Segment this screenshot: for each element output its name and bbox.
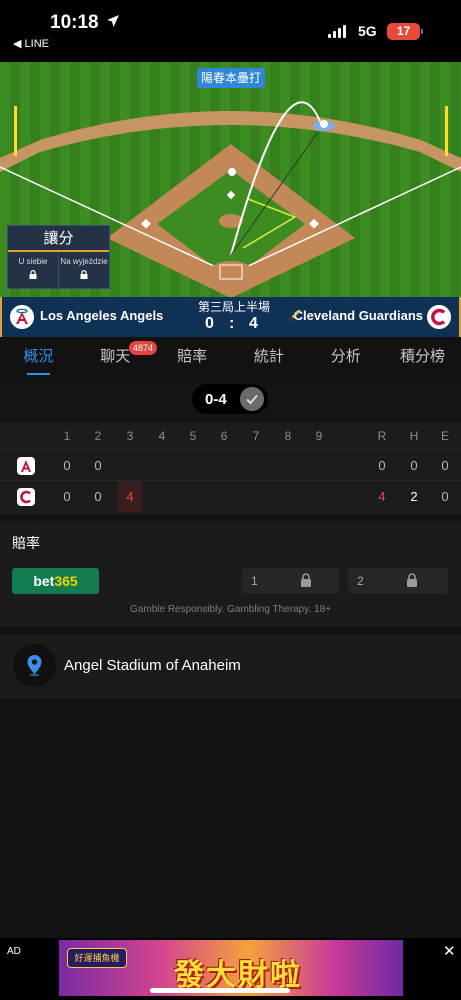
odds-section: 賠率 bet365 1 2 Gamble Responsibly. Gambli… — [0, 521, 461, 626]
map-pin-icon — [13, 644, 56, 687]
inning-score: 0 — [63, 489, 71, 504]
inning-header-current: 3 — [126, 429, 134, 443]
away-score: 4 — [249, 315, 258, 332]
check-icon — [240, 387, 264, 411]
score-summary-text: 0-4 — [205, 391, 227, 408]
handicap-title: 讓分 — [8, 226, 109, 252]
tab-analysis[interactable]: 分析 — [307, 337, 384, 377]
linescore-table: 1 2 3 4 5 6 7 8 9 R H E 0 0 0 0 0 0 0 4 … — [0, 422, 461, 514]
battery-icon: 17 — [387, 23, 420, 40]
handicap-home-option[interactable]: U siebie — [8, 252, 58, 288]
score-summary-pill[interactable]: 0-4 — [192, 384, 268, 414]
batting-bat-icon — [288, 309, 301, 322]
ad-bar: AD 好運捕魚機 發大財啦 ✕ — [0, 938, 461, 1000]
handicap-away-label: Na wyjeździe — [60, 257, 108, 266]
hits-header: H — [409, 429, 419, 443]
battery-tip — [421, 29, 423, 34]
network-type: 5G — [358, 23, 377, 39]
score-separator: : — [229, 315, 235, 332]
handicap-home-label: U siebie — [18, 257, 48, 266]
gambling-disclaimer[interactable]: Gamble Responsibly. Gambling Therapy. 18… — [0, 604, 461, 615]
score-header: Los Angeles Angels 第三局上半場 0 : 4 Clevelan… — [0, 297, 461, 337]
inning-score: 0 — [63, 458, 71, 473]
inning-header: 2 — [94, 429, 102, 443]
handicap-away-option[interactable]: Na wyjeździe — [58, 252, 109, 288]
home-indicator — [150, 988, 290, 993]
errors-header: E — [440, 429, 449, 443]
inning-status: 第三局上半場 — [197, 300, 270, 314]
ad-label: AD — [7, 946, 21, 957]
inning-score: 0 — [94, 489, 102, 504]
table-row: 0 0 0 0 0 — [0, 451, 461, 481]
inning-score: 0 — [94, 458, 102, 473]
tab-standings[interactable]: 積分榜 — [384, 337, 461, 377]
errors-value: 0 — [441, 489, 449, 504]
ad-banner-logo: 好運捕魚機 — [67, 948, 127, 968]
lock-icon — [301, 573, 311, 587]
chat-count-badge: 4874 — [129, 341, 158, 355]
venue-name: Angel Stadium of Anaheim — [64, 657, 241, 674]
inning-header: 5 — [189, 429, 197, 443]
away-team-name[interactable]: Cleveland Guardians — [294, 308, 423, 323]
runs-header: R — [377, 429, 387, 443]
angels-logo-icon[interactable] — [10, 305, 34, 329]
inning-header: 8 — [284, 429, 292, 443]
venue-row[interactable]: Angel Stadium of Anaheim — [0, 634, 461, 698]
clock: 10:18 — [50, 12, 99, 33]
tab-bar: 概況 聊天 賠率 統計 分析 積分榜 — [0, 337, 461, 377]
bet365-logo-text: bet — [33, 573, 55, 589]
hits-value: 2 — [410, 489, 418, 504]
lock-icon — [29, 270, 37, 279]
lock-icon — [80, 270, 88, 279]
tab-overview[interactable]: 概況 — [0, 337, 77, 377]
odds-option-2[interactable]: 2 — [348, 568, 448, 594]
inning-header: 6 — [220, 429, 228, 443]
bet365-logo[interactable]: bet365 — [12, 568, 99, 594]
angels-logo-icon — [17, 457, 35, 475]
handicap-widget[interactable]: 讓分 U siebie Na wyjeździe — [7, 225, 110, 289]
tab-odds[interactable]: 賠率 — [154, 337, 231, 377]
runs-value: 4 — [378, 489, 386, 504]
back-to-line-link[interactable]: ◀ LINE — [13, 37, 49, 50]
ad-close-icon[interactable]: ✕ — [443, 942, 456, 960]
odds-option-1[interactable]: 1 — [242, 568, 339, 594]
location-arrow-icon — [107, 15, 119, 27]
home-team-name[interactable]: Los Angeles Angels — [40, 308, 163, 323]
inning-header: 9 — [315, 429, 323, 443]
bet365-logo-number: 365 — [54, 573, 78, 589]
guardians-logo-icon[interactable] — [427, 305, 451, 329]
status-bar: 10:18 ◀ LINE 5G 17 — [0, 0, 461, 62]
guardians-logo-icon — [17, 488, 35, 506]
table-row: 0 0 4 4 2 0 — [0, 482, 461, 512]
tab-stats[interactable]: 統計 — [230, 337, 307, 377]
hits-value: 0 — [410, 458, 418, 473]
play-description-badge: 陽春本壘打 — [197, 68, 265, 88]
score-summary-row: 0-4 — [0, 377, 461, 421]
runs-value: 0 — [378, 458, 386, 473]
lock-icon — [407, 573, 417, 587]
home-score: 0 — [205, 315, 214, 332]
inning-header: 1 — [63, 429, 71, 443]
inning-header: 7 — [252, 429, 260, 443]
linescore-header-row: 1 2 3 4 5 6 7 8 9 R H E — [0, 422, 461, 450]
odds-section-title: 賠率 — [12, 535, 40, 551]
inning-score-current: 4 — [118, 482, 142, 512]
odds-option-1-label: 1 — [251, 574, 258, 588]
cell-signal-icon — [328, 25, 346, 38]
errors-value: 0 — [441, 458, 449, 473]
inning-header: 4 — [158, 429, 166, 443]
odds-option-2-label: 2 — [357, 574, 364, 588]
